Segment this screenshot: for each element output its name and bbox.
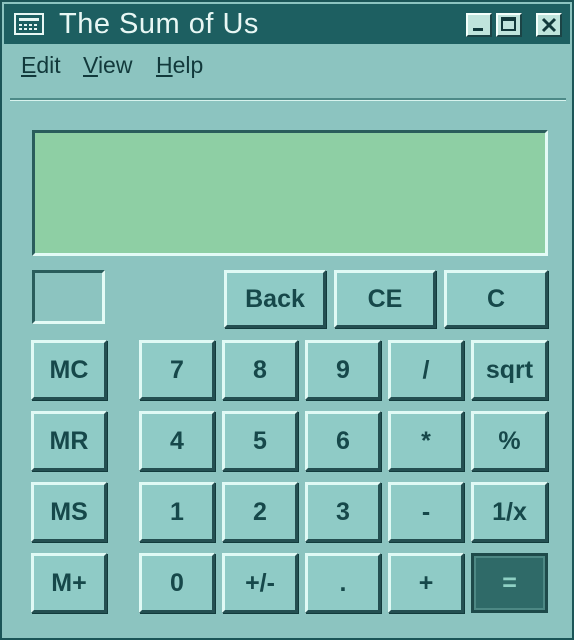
result-display bbox=[32, 130, 548, 256]
digit-9-button[interactable]: 9 bbox=[305, 340, 381, 400]
sign-toggle-button[interactable]: +/- bbox=[222, 553, 298, 613]
digit-6-button[interactable]: 6 bbox=[305, 411, 381, 471]
maximize-button[interactable] bbox=[496, 13, 522, 37]
memory-store-button[interactable]: MS bbox=[31, 482, 107, 542]
menu-bar: Edit View Help bbox=[4, 46, 570, 88]
menu-edit[interactable]: Edit bbox=[21, 52, 61, 79]
menu-view[interactable]: View bbox=[83, 52, 132, 79]
digit-8-button[interactable]: 8 bbox=[222, 340, 298, 400]
memory-indicator bbox=[32, 270, 105, 324]
multiply-button[interactable]: * bbox=[388, 411, 464, 471]
digit-2-button[interactable]: 2 bbox=[222, 482, 298, 542]
digit-7-button[interactable]: 7 bbox=[139, 340, 215, 400]
digit-3-button[interactable]: 3 bbox=[305, 482, 381, 542]
reciprocal-button[interactable]: 1/x bbox=[471, 482, 548, 542]
close-icon bbox=[541, 17, 557, 33]
percent-button[interactable]: % bbox=[471, 411, 548, 471]
close-button[interactable] bbox=[536, 13, 562, 37]
divide-button[interactable]: / bbox=[388, 340, 464, 400]
window-title: The Sum of Us bbox=[59, 8, 259, 40]
subtract-button[interactable]: - bbox=[388, 482, 464, 542]
digit-1-button[interactable]: 1 bbox=[139, 482, 215, 542]
maximize-icon bbox=[501, 17, 516, 31]
minimize-icon bbox=[473, 28, 483, 31]
equals-button[interactable]: = bbox=[471, 553, 548, 613]
memory-recall-button[interactable]: MR bbox=[31, 411, 107, 471]
calculator-app-icon bbox=[14, 13, 44, 35]
clear-button[interactable]: C bbox=[444, 270, 548, 328]
menu-separator bbox=[10, 98, 566, 101]
digit-0-button[interactable]: 0 bbox=[139, 553, 215, 613]
title-bar[interactable]: The Sum of Us bbox=[4, 4, 570, 44]
minimize-button[interactable] bbox=[466, 13, 492, 37]
back-button[interactable]: Back bbox=[224, 270, 326, 328]
sqrt-button[interactable]: sqrt bbox=[471, 340, 548, 400]
menu-help[interactable]: Help bbox=[156, 52, 203, 79]
digit-5-button[interactable]: 5 bbox=[222, 411, 298, 471]
clear-entry-button[interactable]: CE bbox=[334, 270, 436, 328]
memory-add-button[interactable]: M+ bbox=[31, 553, 107, 613]
memory-clear-button[interactable]: MC bbox=[31, 340, 107, 400]
add-button[interactable]: + bbox=[388, 553, 464, 613]
digit-4-button[interactable]: 4 bbox=[139, 411, 215, 471]
decimal-button[interactable]: . bbox=[305, 553, 381, 613]
calculator-window: The Sum of Us Edit View Help Back CE C M… bbox=[0, 0, 574, 640]
